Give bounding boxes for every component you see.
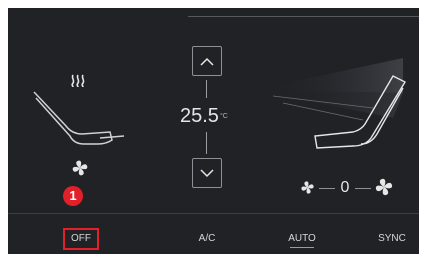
temperature-display: 25.5°C — [180, 105, 250, 128]
temperature-unit: °C — [219, 112, 228, 120]
temperature-scale-line — [206, 132, 207, 154]
fan-speed-value: 0 — [340, 179, 350, 196]
ac-button[interactable]: A/C — [192, 228, 222, 250]
temperature-scale-line — [206, 80, 207, 98]
auto-button[interactable]: AUTO — [284, 228, 320, 250]
auto-label: AUTO — [288, 233, 316, 244]
off-button[interactable]: OFF — [63, 228, 99, 250]
fan-speed-track — [319, 188, 335, 189]
chevron-down-icon — [200, 168, 214, 177]
climate-control-panel: 25.5°C 0 OFF A/C AUTO SYNC — [8, 8, 419, 254]
bottom-bar-divider — [8, 213, 419, 214]
fan-high-icon[interactable] — [374, 177, 394, 197]
fan-speed-track — [355, 188, 371, 189]
fan-icon[interactable] — [71, 159, 89, 177]
chevron-up-icon — [200, 57, 214, 66]
seat-airflow-graphic — [263, 58, 406, 149]
seat-icon[interactable] — [28, 84, 136, 150]
temperature-value: 25.5 — [180, 105, 219, 127]
auto-underline — [290, 247, 314, 248]
sync-button[interactable]: SYNC — [375, 228, 409, 250]
temperature-up-button[interactable] — [192, 46, 222, 76]
top-divider — [188, 16, 419, 17]
step-badge: 1 — [63, 186, 83, 206]
fan-low-icon[interactable] — [300, 180, 315, 195]
temperature-down-button[interactable] — [192, 158, 222, 188]
